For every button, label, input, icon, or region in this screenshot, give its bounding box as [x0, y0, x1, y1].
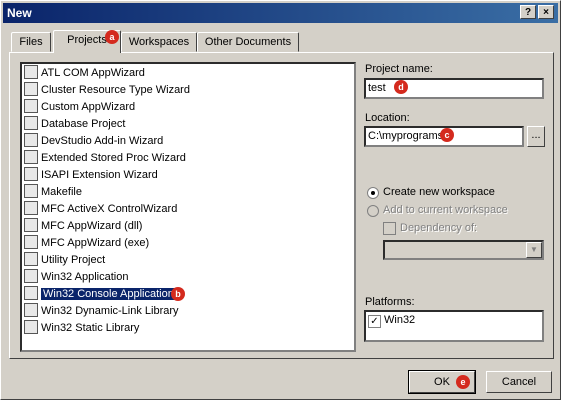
list-item[interactable]: Makefile	[24, 184, 82, 200]
annotation-badge-c: c	[440, 128, 454, 142]
list-item[interactable]: Win32 Application	[24, 269, 128, 285]
addin-wizard-icon	[24, 133, 38, 148]
help-button[interactable]: ?	[520, 5, 536, 19]
makefile-icon	[24, 184, 38, 199]
mfc-dll-icon	[24, 218, 38, 233]
list-item[interactable]: ATL COM AppWizard	[24, 65, 145, 81]
list-item[interactable]: DevStudio Add-in Wizard	[24, 133, 163, 149]
stored-proc-icon	[24, 150, 38, 165]
list-item[interactable]: Extended Stored Proc Wizard	[24, 150, 186, 166]
mfc-exe-icon	[24, 235, 38, 250]
dll-icon	[24, 303, 38, 318]
tab-strip: Files Projects Workspaces Other Document…	[9, 30, 554, 53]
window-title: New	[7, 6, 32, 20]
tab-files[interactable]: Files	[11, 32, 51, 52]
annotation-badge-e: e	[456, 375, 470, 389]
projects-panel: ATL COM AppWizard Cluster Resource Type …	[9, 52, 554, 359]
cluster-wizard-icon	[24, 82, 38, 97]
list-item[interactable]: MFC AppWizard (exe)	[24, 235, 149, 251]
dependency-label: Dependency of:	[400, 222, 478, 234]
close-button[interactable]: ×	[538, 5, 554, 19]
database-project-icon	[24, 116, 38, 131]
create-new-workspace-radio[interactable]	[367, 187, 379, 199]
list-item[interactable]: Custom AppWizard	[24, 99, 135, 115]
project-name-field[interactable]: test	[364, 78, 544, 99]
location-label: Location:	[365, 112, 410, 124]
browse-button[interactable]: ...	[527, 126, 545, 147]
static-lib-icon	[24, 320, 38, 335]
project-name-label: Project name:	[365, 63, 433, 75]
list-item[interactable]: Utility Project	[24, 252, 105, 268]
utility-project-icon	[24, 252, 38, 267]
dependency-checkbox[interactable]	[383, 222, 396, 235]
platforms-list: ✓ Win32	[364, 310, 544, 342]
win32-app-icon	[24, 269, 38, 284]
list-item[interactable]: Win32 Static Library	[24, 320, 139, 336]
list-item[interactable]: Database Project	[24, 116, 125, 132]
atl-wizard-icon	[24, 65, 38, 80]
dependency-combo[interactable]: ▼	[383, 240, 544, 260]
create-new-workspace-label: Create new workspace	[383, 186, 495, 198]
activex-icon	[24, 201, 38, 216]
list-item[interactable]: Cluster Resource Type Wizard	[24, 82, 190, 98]
add-current-workspace-radio[interactable]	[367, 205, 379, 217]
list-item[interactable]: MFC AppWizard (dll)	[24, 218, 142, 234]
console-app-icon	[24, 286, 38, 301]
cancel-button[interactable]: Cancel	[486, 371, 552, 393]
custom-appwizard-icon	[24, 99, 38, 114]
add-current-workspace-label: Add to current workspace	[383, 204, 508, 216]
platforms-label: Platforms:	[365, 296, 415, 308]
list-item[interactable]: Win32 Dynamic-Link Library	[24, 303, 179, 319]
annotation-badge-d: d	[394, 80, 408, 94]
chevron-down-icon: ▼	[526, 242, 542, 258]
list-item-selected[interactable]: Win32 Console Application	[24, 286, 176, 302]
new-dialog: New ? × Files Projects Workspaces Other …	[0, 0, 561, 400]
project-type-list[interactable]: ATL COM AppWizard Cluster Resource Type …	[20, 62, 356, 352]
annotation-badge-b: b	[171, 287, 185, 301]
isapi-icon	[24, 167, 38, 182]
tab-other-documents[interactable]: Other Documents	[197, 32, 299, 52]
title-bar: New ? ×	[3, 3, 558, 23]
platform-checkbox[interactable]: ✓	[368, 315, 381, 328]
list-item[interactable]: ISAPI Extension Wizard	[24, 167, 158, 183]
annotation-badge-a: a	[105, 30, 119, 44]
list-item[interactable]: MFC ActiveX ControlWizard	[24, 201, 177, 217]
platform-label: Win32	[384, 314, 416, 326]
tab-workspaces[interactable]: Workspaces	[121, 32, 197, 52]
